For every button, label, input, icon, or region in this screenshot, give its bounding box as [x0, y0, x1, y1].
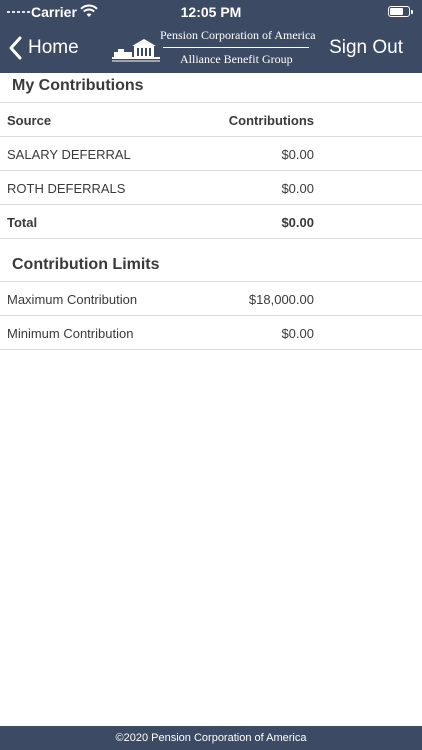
status-bar: Carrier 12:05 PM	[0, 0, 422, 24]
sign-out-button[interactable]: Sign Out	[329, 37, 403, 59]
table-row: SALARY DEFERRAL $0.00	[0, 137, 422, 171]
contributions-column-header: Contributions	[228, 113, 314, 128]
home-back-button[interactable]: Home	[8, 34, 79, 62]
limit-label: Maximum Contribution	[7, 292, 138, 307]
limit-amount: $18,000.00	[248, 292, 314, 307]
home-back-label: Home	[28, 37, 79, 58]
source-column-header: Source	[7, 113, 52, 128]
chevron-left-icon	[9, 36, 22, 60]
company-logo: Pension Corporation of America Alliance …	[112, 27, 316, 69]
navigation-bar: Home Pension Corporation of America Alli…	[0, 24, 422, 73]
row-amount: $0.00	[281, 181, 314, 196]
battery-icon	[388, 6, 413, 17]
row-source: SALARY DEFERRAL	[7, 147, 131, 162]
contribution-limits-title: Contribution Limits	[0, 239, 422, 282]
table-row: ROTH DEFERRALS $0.00	[0, 171, 422, 205]
status-time: 12:05 PM	[180, 4, 242, 20]
row-amount: $0.00	[281, 147, 314, 162]
my-contributions-title: My Contributions	[0, 73, 422, 103]
limit-row-maximum: Maximum Contribution $18,000.00	[0, 282, 422, 316]
main-content: My Contributions Source Contributions SA…	[0, 73, 422, 350]
total-row: Total $0.00	[0, 205, 422, 239]
top-bar: Carrier 12:05 PM Home Pension Corporatio…	[0, 0, 422, 73]
logo-subtitle: Alliance Benefit Group	[180, 52, 293, 66]
row-source: ROTH DEFERRALS	[7, 181, 126, 196]
limit-amount: $0.00	[281, 326, 314, 341]
total-label: Total	[7, 215, 38, 230]
total-amount: $0.00	[281, 215, 314, 230]
limit-label: Minimum Contribution	[7, 326, 134, 341]
contributions-header-row: Source Contributions	[0, 103, 422, 137]
footer-copyright: ©2020 Pension Corporation of America	[0, 726, 422, 750]
logo-divider	[163, 47, 309, 48]
building-icon	[112, 39, 160, 62]
logo-company-name: Pension Corporation of America	[160, 28, 316, 42]
limit-row-minimum: Minimum Contribution $0.00	[0, 316, 422, 350]
